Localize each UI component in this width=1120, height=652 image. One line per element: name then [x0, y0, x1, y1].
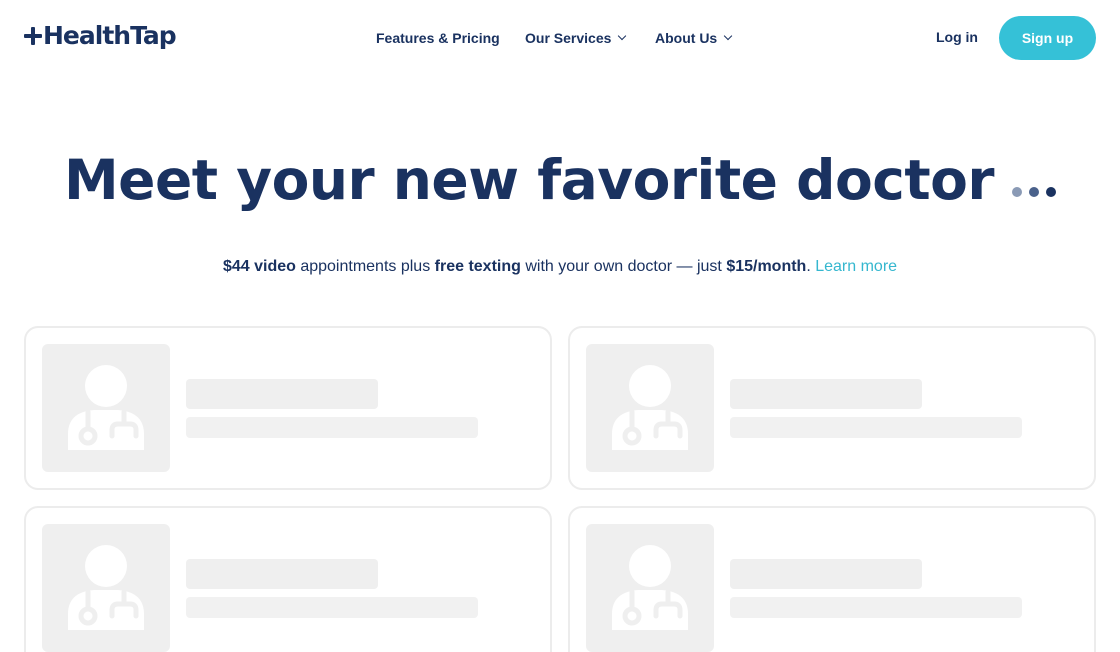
nav-about-us[interactable]: About Us [655, 29, 733, 47]
doctor-avatar [42, 524, 170, 652]
skeleton-name-line [186, 379, 378, 409]
chevron-down-icon [618, 31, 627, 41]
skeleton-name-line [730, 379, 922, 409]
doctor-placeholder-icon [68, 545, 144, 630]
logo-text: HealthTap [43, 21, 177, 50]
nav-label: About Us [655, 30, 718, 46]
doctor-placeholder-icon [612, 365, 688, 450]
doctor-card[interactable] [568, 506, 1096, 652]
skeleton-name-line [730, 559, 922, 589]
doctor-card[interactable] [24, 326, 552, 490]
nav-label: Our Services [525, 30, 612, 46]
loading-dot [1046, 187, 1057, 197]
nav-our-services[interactable]: Our Services [525, 29, 627, 47]
nav-label: Features & Pricing [376, 30, 500, 46]
hero-title-text: Meet your new favorite doctor [63, 148, 995, 212]
doctor-avatar [586, 524, 714, 652]
doctor-placeholder-icon [68, 365, 144, 450]
healthtap-logo[interactable]: HealthTap [24, 21, 177, 50]
skeleton-detail-line [186, 417, 478, 438]
subline-text: . [806, 258, 816, 275]
learn-more-link[interactable]: Learn more [815, 258, 897, 275]
plus-icon [24, 26, 42, 45]
doctor-card[interactable] [568, 326, 1096, 490]
login-link[interactable]: Log in [936, 29, 978, 45]
skeleton-name-line [186, 559, 378, 589]
subline-text: appointments plus [295, 258, 435, 275]
doctor-avatar [586, 344, 714, 472]
price-monthly: $15/month [726, 258, 807, 275]
doctor-card[interactable] [24, 506, 552, 652]
subline-text: with your own doctor — just [520, 258, 727, 275]
free-texting: free texting [434, 258, 521, 275]
hero-subline: $44 video appointments plus free texting… [0, 258, 1120, 276]
chevron-down-icon [723, 31, 733, 41]
nav-features-pricing[interactable]: Features & Pricing [376, 29, 500, 47]
signup-button[interactable]: Sign up [999, 16, 1096, 60]
doctor-avatar [42, 344, 170, 472]
loading-dots-icon [1012, 187, 1057, 197]
site-header: HealthTap Features & Pricing Our Service… [0, 0, 1120, 76]
skeleton-detail-line [730, 597, 1022, 618]
loading-dot [1012, 187, 1023, 197]
loading-dot [1029, 187, 1040, 197]
skeleton-detail-line [730, 417, 1022, 438]
hero-title: Meet your new favorite doctor [0, 148, 1120, 212]
price-video: $44 video [222, 258, 296, 275]
skeleton-detail-line [186, 597, 478, 618]
doctor-placeholder-icon [612, 545, 688, 630]
